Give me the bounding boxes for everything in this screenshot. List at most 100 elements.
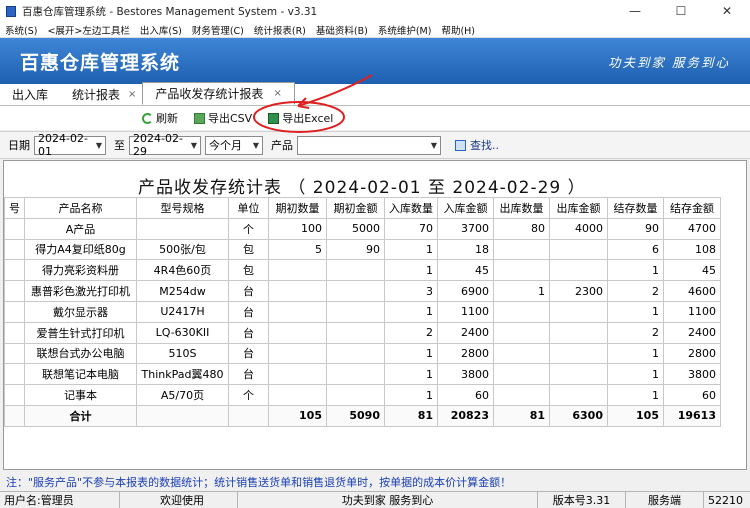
window-titlebar: 百惠仓库管理系统 - Bestores Management System - …	[0, 0, 750, 22]
close-button[interactable]: ✕	[704, 0, 750, 22]
table-row[interactable]: 得力亮彩资料册 4R4色60页包 1 45 1 45	[4, 259, 721, 282]
table-row[interactable]: 联想台式办公电脑 510S 台 1 2800 1 2800	[4, 342, 721, 365]
table-row[interactable]: 惠普彩色激光打印机 M254dw 台 3 6900 1 2300 2 4600	[4, 280, 721, 302]
cell-col-open-amt: 90	[326, 238, 385, 261]
cell-col-open-qty	[268, 363, 327, 386]
cell-col-model: LQ-630KII	[136, 321, 229, 344]
start-date-value: 2024-02-01	[38, 132, 88, 158]
cell-col-no	[4, 342, 25, 365]
cell-col-no	[4, 384, 25, 406]
export-excel-button[interactable]: 导出Excel	[268, 110, 333, 126]
menu-finance[interactable]: 财务管理(C)	[187, 23, 249, 37]
cell-col-in-qty: 2	[384, 321, 438, 344]
total-col-out-amt: 6300	[549, 404, 608, 427]
cell-col-in-amt: 2400	[437, 321, 494, 344]
cell-col-product: 爱普生针式打印机	[24, 321, 137, 344]
tab-reports[interactable]: 统计报表	[60, 83, 132, 105]
menu-help[interactable]: 帮助(H)	[436, 23, 480, 37]
tab-product-report[interactable]: 产品收发存统计报表 ×	[142, 82, 295, 105]
app-icon	[6, 5, 16, 17]
report-note: 注："服务产品"不参与本报表的数据统计；统计销售送货单和销售退货单时，按单据的成…	[6, 476, 512, 489]
cell-col-no	[4, 280, 25, 302]
system-title: 百惠仓库管理系统	[20, 51, 181, 74]
total-row: 合计 105 5090 81 20823 81 6300 105 19613	[4, 404, 721, 427]
refresh-button[interactable]: 刷新	[142, 110, 178, 126]
search-button[interactable]: 查找..	[455, 137, 499, 153]
cell-col-in-amt: 2800	[437, 342, 494, 365]
product-select[interactable]: ▼	[297, 135, 441, 155]
menu-reports[interactable]: 统计报表(R)	[249, 23, 311, 37]
cell-col-product: 得力亮彩资料册	[24, 259, 137, 282]
header-col-in-qty[interactable]: 入库数量	[384, 197, 438, 219]
total-col-open-amt: 5090	[326, 404, 385, 427]
cell-col-no	[4, 217, 25, 240]
menu-stock[interactable]: 出入库(S)	[135, 23, 187, 37]
header-col-product[interactable]: 产品名称	[24, 197, 137, 219]
header-col-no[interactable]: 号	[4, 197, 25, 219]
cell-col-unit: 包	[228, 238, 269, 261]
export-csv-button[interactable]: 导出CSV	[194, 110, 252, 126]
end-date-picker[interactable]: 2024-02-29 ▼	[129, 132, 201, 158]
header-col-end-qty[interactable]: 结存数量	[607, 197, 664, 219]
tab-label: 出入库	[12, 87, 49, 102]
cell-col-end-qty: 90	[607, 217, 664, 240]
total-col-out-qty: 81	[493, 404, 550, 427]
cell-col-in-qty: 70	[384, 217, 438, 240]
header-col-open-qty[interactable]: 期初数量	[268, 197, 327, 219]
period-value: 今个月	[209, 139, 242, 152]
header-col-open-amt[interactable]: 期初金额	[326, 197, 385, 219]
csv-icon	[194, 112, 205, 124]
total-col-model	[136, 404, 229, 427]
status-welcome: 欢迎使用	[120, 491, 238, 508]
cell-col-out-amt: 4000	[549, 217, 608, 240]
cell-col-in-amt: 18	[437, 238, 494, 261]
menu-expand-toolbar[interactable]: <展开>左边工具栏	[42, 23, 134, 37]
start-date-picker[interactable]: 2024-02-01 ▼	[34, 132, 106, 158]
table-row[interactable]: A产品 个 100 5000 70 3700 80 4000 90 4700	[4, 217, 721, 240]
header-col-end-amt[interactable]: 结存金额	[663, 197, 721, 219]
status-user: 用户名:管理员	[0, 491, 120, 508]
table-row[interactable]: 联想笔记本电脑 ThinkPad翼480 台 1 3800 1 3800	[4, 363, 721, 386]
cell-col-end-amt: 4700	[663, 217, 721, 240]
menu-basic-data[interactable]: 基础资料(B)	[311, 23, 373, 37]
cell-col-no	[4, 363, 25, 386]
cell-col-open-qty	[268, 300, 327, 323]
menu-system[interactable]: 系统(S)	[0, 23, 42, 37]
tab-close-icon[interactable]: ×	[273, 88, 281, 99]
cell-col-unit: 台	[228, 300, 269, 323]
header-col-unit[interactable]: 单位	[228, 197, 269, 219]
table-row[interactable]: 记事本 A5/70页个 1 60 1 60	[4, 384, 721, 406]
header-col-out-qty[interactable]: 出库数量	[493, 197, 550, 219]
header-col-model[interactable]: 型号规格	[136, 197, 229, 219]
cell-col-model: 510S	[136, 342, 229, 365]
chevron-down-icon: ▼	[190, 140, 197, 150]
tab-stock-in-out[interactable]: 出入库	[0, 83, 60, 105]
cell-col-unit: 台	[228, 363, 269, 386]
cell-col-out-qty	[493, 300, 550, 323]
header-col-out-amt[interactable]: 出库金额	[549, 197, 608, 219]
cell-col-open-qty	[268, 342, 327, 365]
table-row[interactable]: 戴尔显示器 U2417H 台 1 1100 1 1100	[4, 300, 721, 323]
cell-col-out-amt	[549, 342, 608, 365]
cell-col-open-qty	[268, 259, 327, 282]
to-label: 至	[114, 139, 125, 152]
tab-close-icon[interactable]: ×	[128, 89, 136, 100]
header-col-in-amt[interactable]: 入库金额	[437, 197, 494, 219]
cell-col-open-amt	[326, 363, 385, 386]
maximize-button[interactable]: ☐	[658, 0, 704, 22]
cell-col-open-amt	[326, 280, 385, 302]
tab-label: 统计报表	[72, 87, 121, 102]
report-title: 产品收发存统计表 （ 2024-02-01 至 2024-02-29 ）	[138, 178, 586, 198]
table-row[interactable]: 得力A4复印纸80g 500张/包包 5 90 1 18 6 108	[4, 238, 721, 261]
cell-col-product: 得力A4复印纸80g	[24, 238, 137, 261]
minimize-button[interactable]: —	[612, 0, 658, 22]
cell-col-open-qty: 5	[268, 238, 327, 261]
table-row[interactable]: 爱普生针式打印机 LQ-630KII 台 2 2400 2 2400	[4, 321, 721, 344]
total-col-end-qty: 105	[607, 404, 664, 427]
total-col-no	[4, 404, 25, 427]
cell-col-open-amt	[326, 384, 385, 406]
cell-col-end-qty: 1	[607, 300, 664, 323]
menu-maintenance[interactable]: 系统维护(M)	[373, 23, 437, 37]
excel-icon	[268, 112, 280, 124]
period-select[interactable]: 今个月 ▼	[205, 135, 263, 155]
